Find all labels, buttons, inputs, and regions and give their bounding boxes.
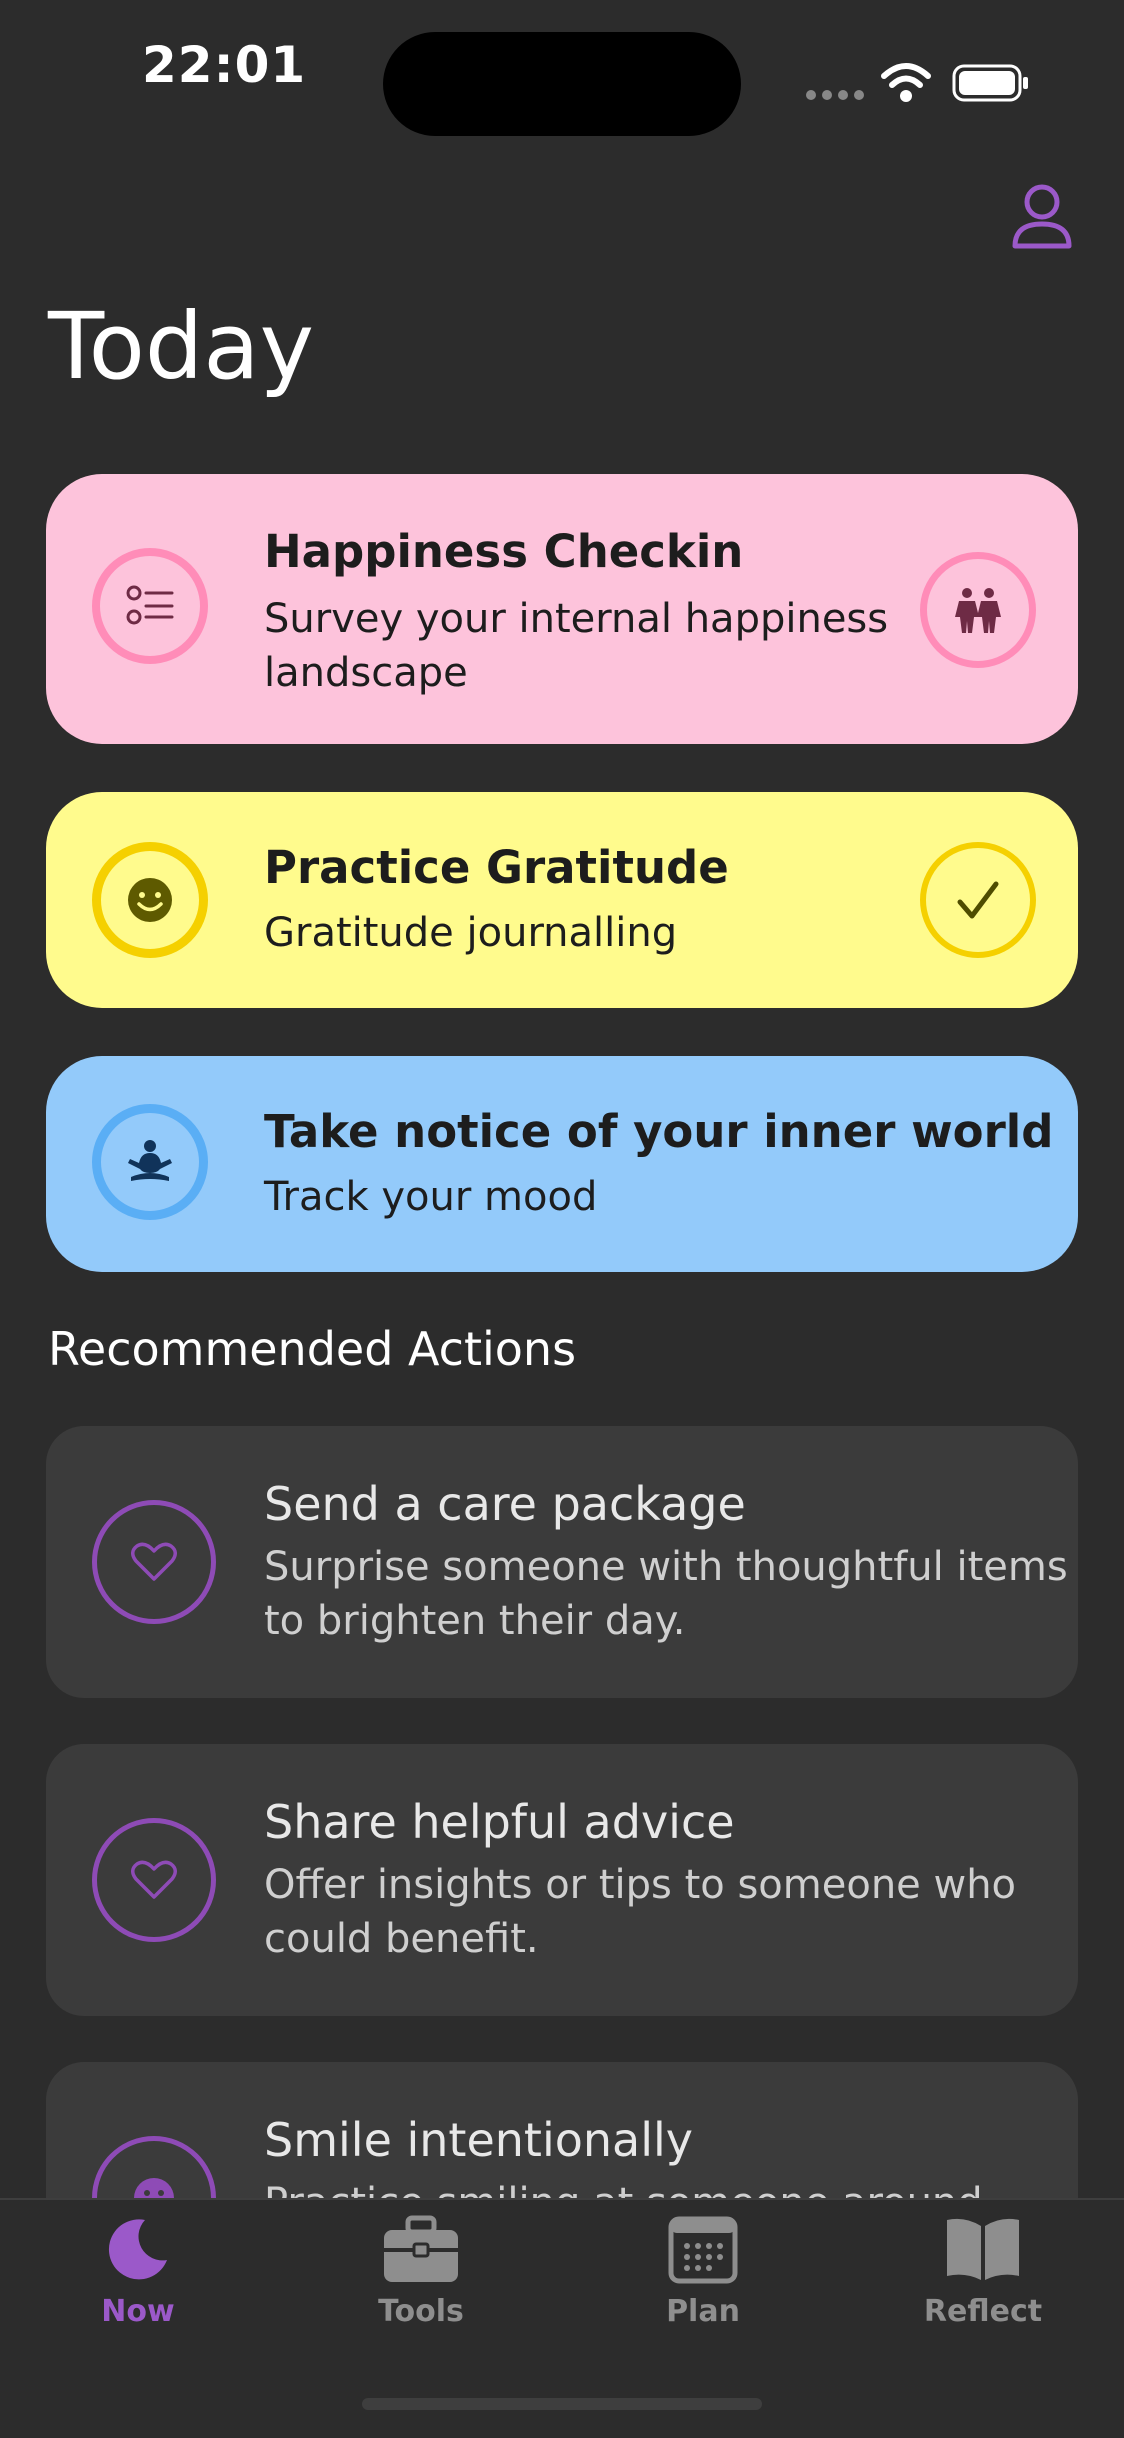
tab-plan[interactable]: Plan	[613, 2214, 793, 2329]
tab-tools[interactable]: Tools	[331, 2214, 511, 2329]
happiness-checkin-card[interactable]: Happiness Checkin Survey your internal h…	[46, 474, 1078, 744]
recommended-item-care-package[interactable]: Send a care package Surprise someone wit…	[46, 1426, 1078, 1698]
book-icon	[947, 2218, 1019, 2280]
calendar-icon	[668, 2216, 738, 2284]
recommended-subtitle: Surprise someone with thoughtful items t…	[264, 1544, 1068, 1644]
card-subtitle: Survey your internal happiness landscape	[264, 596, 889, 696]
moon-icon	[108, 2219, 167, 2280]
card-title: Practice Gratitude	[264, 841, 729, 894]
tab-reflect[interactable]: Reflect	[893, 2214, 1073, 2329]
tab-label: Now	[101, 2294, 175, 2329]
tab-label: Tools	[378, 2294, 464, 2329]
home-indicator	[362, 2398, 762, 2410]
heart-icon	[92, 1818, 216, 1942]
inner-world-card[interactable]: Take notice of your inner world Track yo…	[46, 1056, 1078, 1272]
card-title: Happiness Checkin	[264, 525, 744, 578]
status-time: 22:01	[142, 36, 307, 94]
practice-gratitude-card[interactable]: Practice Gratitude Gratitude journalling	[46, 792, 1078, 1008]
battery-icon	[952, 64, 1028, 102]
signal-icon	[806, 90, 864, 100]
card-subtitle: Gratitude journalling	[264, 910, 678, 956]
recommended-title: Send a care package	[264, 1477, 746, 1531]
card-subtitle: Track your mood	[264, 1174, 598, 1220]
tab-label: Plan	[666, 2294, 740, 2329]
recommended-title: Smile intentionally	[264, 2113, 694, 2167]
tab-now[interactable]: Now	[48, 2214, 228, 2329]
recommended-title: Share helpful advice	[264, 1795, 735, 1849]
checkmark-icon[interactable]	[920, 842, 1036, 958]
heart-icon	[92, 1500, 216, 1624]
wifi-icon	[881, 63, 931, 102]
checklist-icon	[92, 548, 208, 664]
section-title: Recommended Actions	[48, 1322, 577, 1376]
page-title: Today	[48, 293, 315, 400]
people-icon	[920, 552, 1036, 668]
recommended-subtitle: Offer insights or tips to someone who co…	[264, 1862, 1017, 1962]
meditation-icon	[92, 1104, 208, 1220]
card-title: Take notice of your inner world	[264, 1105, 1054, 1158]
dynamic-island	[383, 32, 741, 136]
toolbox-icon	[384, 2215, 458, 2282]
tab-label: Reflect	[923, 2294, 1043, 2329]
recommended-item-helpful-advice[interactable]: Share helpful advice Offer insights or t…	[46, 1744, 1078, 2016]
profile-icon[interactable]	[1010, 182, 1074, 250]
smile-icon	[92, 842, 208, 958]
